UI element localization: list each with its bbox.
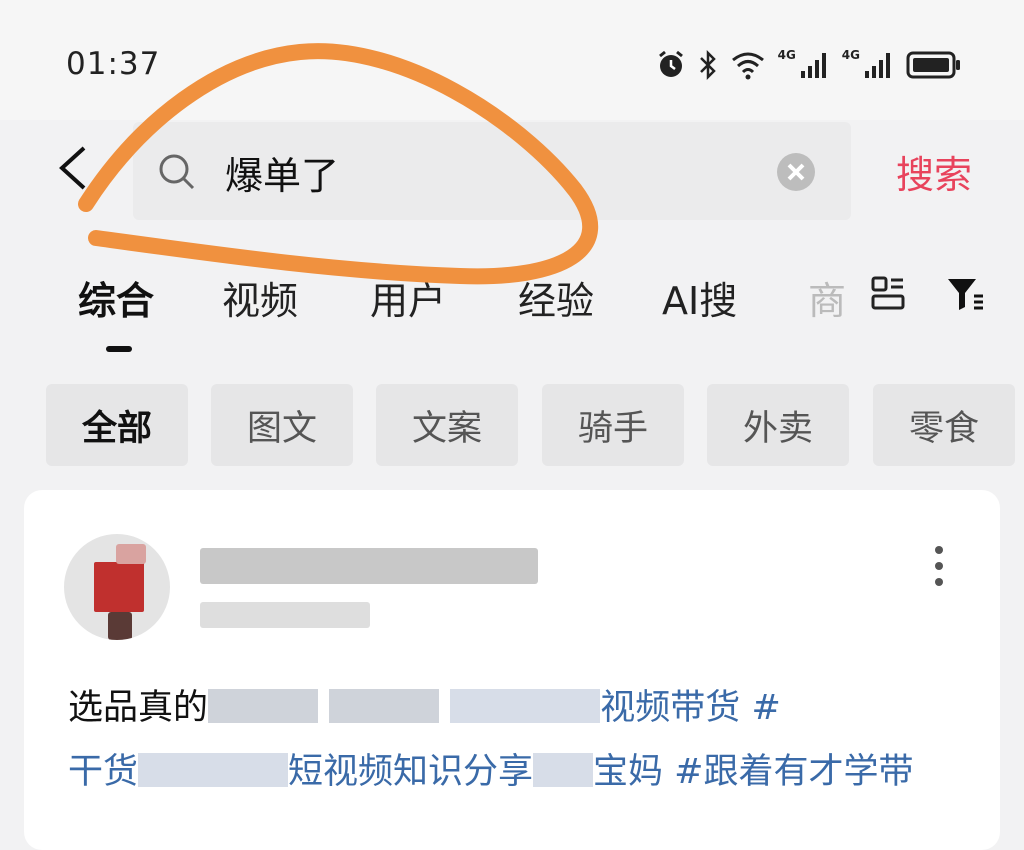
avatar[interactable] [64,534,170,640]
tab-ai-search[interactable]: AI搜 [662,270,737,325]
status-bar: 01:37 4G 4G [0,0,1024,120]
hashtag-dry-goods[interactable]: 干货 [68,752,138,792]
filter-icon[interactable] [946,276,986,312]
result-card[interactable]: 选品真的 视频带货 # 干货 短视频知识分享 宝妈 #跟着有才学带 [24,490,1000,850]
alarm-icon [658,50,683,77]
more-options-icon[interactable] [924,544,954,588]
chip-image-text[interactable]: 图文 [211,384,353,466]
layout-icon[interactable] [870,275,906,311]
post-text-line-1: 选品真的 视频带货 # [68,676,968,740]
hashtag-video-selling[interactable]: 视频带货 [600,688,740,728]
hashtag-short-video-knowledge[interactable]: 短视频知识分享 [288,752,533,792]
search-input[interactable] [223,136,747,208]
post-text-start: 选品真的 [68,688,209,728]
chip-copywriting[interactable]: 文案 [376,384,518,466]
tab-experience[interactable]: 经验 [518,270,594,325]
filter-chips: 全部 图文 文案 骑手 外卖 零食 [0,384,1024,468]
wifi-icon [731,52,764,80]
active-tab-indicator [106,346,132,352]
post-text-line-2: 干货 短视频知识分享 宝妈 #跟着有才学带 [68,740,968,804]
chevron-left-icon [59,146,86,190]
tab-video[interactable]: 视频 [222,270,298,325]
chip-snacks[interactable]: 零食 [873,384,1015,466]
chip-takeout[interactable]: 外卖 [707,384,849,466]
hashtag-mom[interactable]: 宝妈 [593,752,663,792]
back-button[interactable] [50,142,100,194]
search-box[interactable] [133,122,851,220]
tab-comprehensive[interactable]: 综合 [78,270,154,325]
tab-users[interactable]: 用户 [370,270,446,325]
search-icon [159,154,195,190]
author-name-redacted [200,548,538,584]
chip-all[interactable]: 全部 [46,384,188,466]
hashtag-learn-with-youcai[interactable]: #跟着有才学带 [663,752,913,792]
battery-icon [906,51,960,79]
post-meta-redacted [200,602,370,628]
search-button[interactable]: 搜索 [896,144,972,199]
clear-icon[interactable] [776,152,816,192]
signal-icon [800,53,826,78]
status-icons: 4G 4G [656,44,962,86]
hashtag-marker: # [740,688,781,728]
bluetooth-icon [699,49,716,81]
chip-rider[interactable]: 骑手 [542,384,684,466]
search-bar-row: 搜索 [0,120,1024,225]
clock: 01:37 [66,46,161,82]
post-text[interactable]: 选品真的 视频带货 # 干货 短视频知识分享 宝妈 #跟着有才学带 [68,676,968,804]
signal-icon [865,53,890,78]
network-type-2: 4G [841,48,860,62]
tab-products[interactable]: 商 [808,270,846,325]
network-type-1: 4G [777,48,796,62]
